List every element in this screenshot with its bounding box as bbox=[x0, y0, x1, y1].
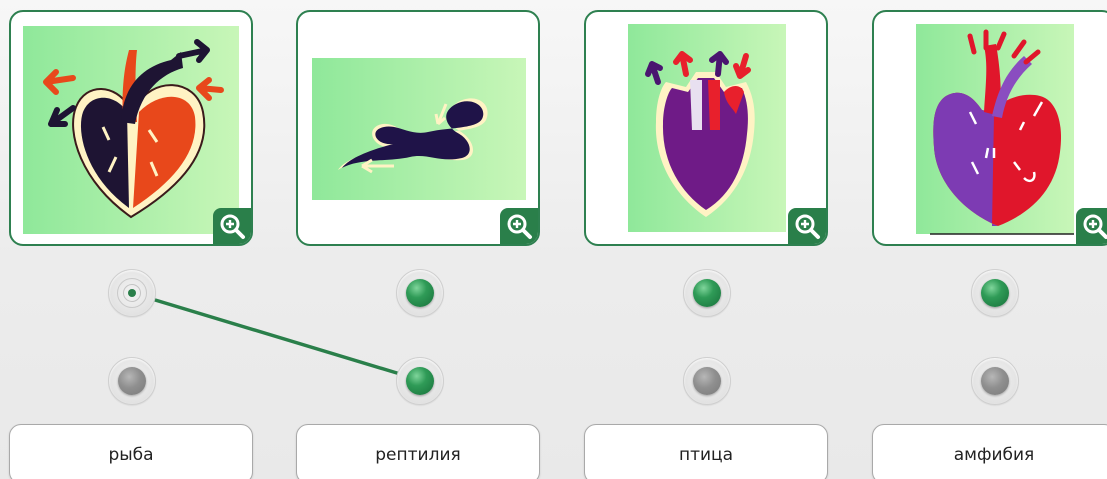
dot-core bbox=[693, 279, 721, 307]
bottom-connector-dot-1[interactable] bbox=[108, 357, 156, 405]
dot-core bbox=[693, 367, 721, 395]
top-connector-dot-2[interactable] bbox=[396, 269, 444, 317]
answer-label-fish[interactable]: рыба bbox=[9, 424, 253, 479]
bottom-connector-dot-3[interactable] bbox=[683, 357, 731, 405]
zoom-in-icon[interactable] bbox=[213, 208, 251, 244]
top-connector-dot-1[interactable] bbox=[108, 269, 156, 317]
top-connector-dot-3[interactable] bbox=[683, 269, 731, 317]
answer-label-text: рыба bbox=[108, 445, 154, 465]
bottom-connector-dot-2[interactable] bbox=[396, 357, 444, 405]
zoom-in-icon[interactable] bbox=[1076, 208, 1107, 244]
zoom-in-icon[interactable] bbox=[500, 208, 538, 244]
dot-core bbox=[118, 367, 146, 395]
answer-label-text: рептилия bbox=[375, 445, 461, 465]
answer-label-reptile[interactable]: рептилия bbox=[296, 424, 540, 479]
amphibian-heart-image bbox=[916, 24, 1074, 235]
matching-exercise: рыба рептилия птица амфибия bbox=[0, 0, 1107, 479]
dot-core bbox=[406, 279, 434, 307]
heart-image-card-1[interactable] bbox=[9, 10, 253, 246]
answer-label-text: амфибия bbox=[953, 445, 1035, 465]
dot-core bbox=[406, 367, 434, 395]
selected-center bbox=[128, 289, 136, 297]
answer-label-amphibian[interactable]: амфибия bbox=[872, 424, 1107, 479]
heart-image-card-4[interactable] bbox=[872, 10, 1107, 246]
dot-core bbox=[981, 367, 1009, 395]
top-connector-dot-4[interactable] bbox=[971, 269, 1019, 317]
bottom-connector-dot-4[interactable] bbox=[971, 357, 1019, 405]
heart-image-card-2[interactable] bbox=[296, 10, 540, 246]
answer-label-bird[interactable]: птица bbox=[584, 424, 828, 479]
answer-label-text: птица bbox=[678, 445, 734, 465]
zoom-in-icon[interactable] bbox=[788, 208, 826, 244]
heart-image-card-3[interactable] bbox=[584, 10, 828, 246]
dot-core bbox=[981, 279, 1009, 307]
